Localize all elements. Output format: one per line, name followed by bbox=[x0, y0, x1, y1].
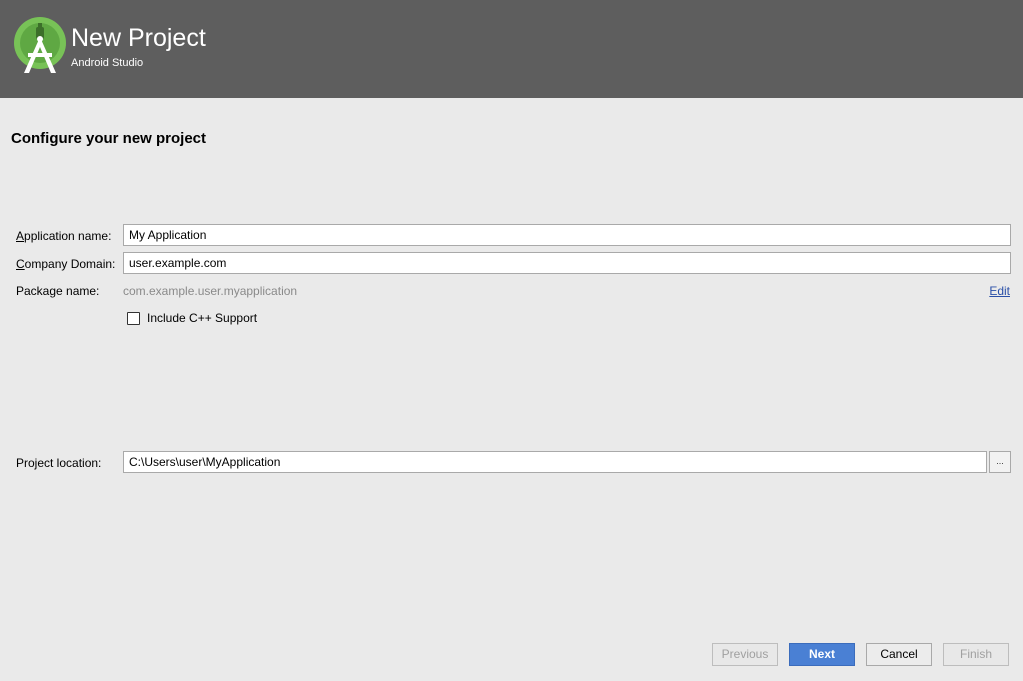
company-domain-input[interactable] bbox=[123, 252, 1011, 274]
page-title: Configure your new project bbox=[11, 130, 207, 147]
application-name-input[interactable] bbox=[123, 224, 1011, 246]
package-name-edit-link[interactable]: Edit bbox=[989, 283, 1010, 299]
company-domain-label-accelerator: C bbox=[16, 257, 25, 271]
android-studio-logo-icon bbox=[14, 17, 66, 73]
project-location-input[interactable] bbox=[123, 451, 987, 473]
finish-button[interactable]: Finish bbox=[943, 643, 1009, 666]
next-button[interactable]: Next bbox=[789, 643, 855, 666]
package-name-value: com.example.user.myapplication bbox=[123, 284, 298, 298]
application-name-label: Application name: bbox=[16, 228, 111, 244]
wizard-title: New Project bbox=[71, 24, 206, 52]
cancel-button[interactable]: Cancel bbox=[866, 643, 932, 666]
company-domain-label: Company Domain: bbox=[16, 256, 115, 272]
application-name-label-accelerator: A bbox=[16, 229, 25, 243]
include-cpp-support-option[interactable]: Include C++ Support bbox=[127, 311, 257, 325]
include-cpp-support-label: Include C++ Support bbox=[147, 311, 258, 325]
package-name-label: Package name: bbox=[16, 284, 100, 298]
wizard-header: New Project Android Studio bbox=[0, 0, 1023, 98]
previous-button[interactable]: Previous bbox=[712, 643, 778, 666]
include-cpp-support-checkbox[interactable] bbox=[127, 311, 140, 325]
company-domain-label-text: ompany Domain: bbox=[24, 257, 116, 271]
project-location-label: Project location: bbox=[16, 456, 102, 470]
application-name-label-text: pplication name: bbox=[24, 229, 112, 243]
browse-location-button[interactable]: ... bbox=[989, 451, 1011, 473]
wizard-subtitle: Android Studio bbox=[71, 57, 144, 69]
